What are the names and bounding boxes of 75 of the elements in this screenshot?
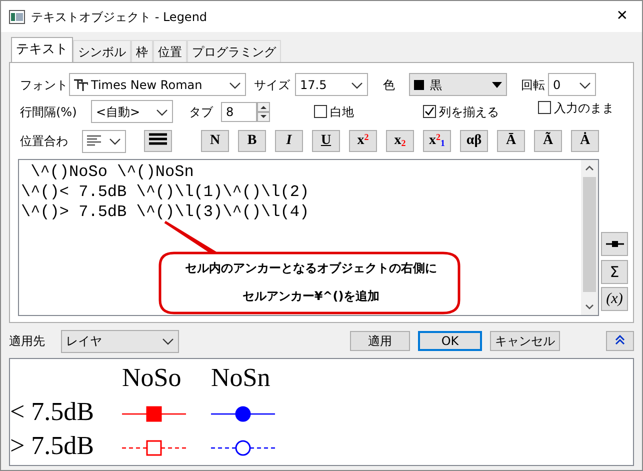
checkbox[interactable] — [314, 105, 327, 118]
alignment-dropdown[interactable] — [82, 130, 126, 152]
legend-label: < 7.5dB — [10, 396, 96, 428]
justify-button[interactable] — [144, 130, 172, 152]
underline-button[interactable]: U — [312, 130, 340, 152]
tab[interactable]: 位置 — [153, 40, 187, 62]
superscript-button[interactable]: x$^{2}$ — [349, 130, 377, 152]
size-label: サイズ — [254, 78, 290, 92]
editor-line: \^()< 7.5dB \^()\l(1)\^()\l(2) — [21, 182, 310, 202]
line-spacing-label: 行間隔(%) — [20, 104, 77, 118]
color-label: 色 — [383, 78, 395, 92]
app-icon — [9, 10, 25, 24]
apply-to-label: 適用先 — [9, 334, 45, 348]
accent-button[interactable]: Ā — [497, 130, 525, 152]
color-swatch-icon — [414, 80, 424, 90]
insert-button[interactable]: Σ — [601, 260, 628, 284]
tab[interactable]: 枠 — [131, 40, 153, 62]
caret-icon — [156, 108, 168, 116]
close-button[interactable]: ✕ — [610, 6, 634, 27]
caret-icon — [579, 80, 591, 88]
subscript-button[interactable]: x$_{2}$ — [386, 130, 414, 152]
scroll-up-icon[interactable] — [584, 163, 595, 173]
tab-label: タブ — [189, 104, 213, 118]
size-dropdown[interactable]: 17.5 — [295, 73, 368, 96]
spin-buttons[interactable] — [257, 102, 270, 122]
caret-icon — [229, 80, 241, 88]
checkbox[interactable] — [538, 101, 551, 114]
checkbox-label: 入力のまま — [554, 100, 614, 116]
dropdown-arrow-icon — [492, 82, 502, 88]
callout-text: セルアンカー¥^()を追加 — [241, 288, 381, 305]
dialog-button[interactable]: OK — [418, 331, 482, 351]
justify-icon — [149, 133, 167, 145]
collapse-button[interactable] — [606, 331, 634, 351]
tab[interactable]: プログラミング — [187, 40, 281, 62]
align-left-icon — [87, 135, 101, 147]
caret-icon — [351, 80, 363, 88]
double-chevron-icon — [615, 335, 625, 345]
greek-button[interactable]: αβ — [460, 130, 488, 152]
rotation-dropdown[interactable]: 0 — [548, 73, 596, 96]
line-symbol-button[interactable] — [601, 232, 628, 256]
legend-header: NoSn — [211, 362, 272, 394]
checkbox-label: 列を揃える — [439, 104, 499, 120]
caret-icon — [162, 337, 174, 345]
scrollbar[interactable] — [581, 160, 598, 315]
insert-button[interactable]: (x) — [601, 287, 628, 311]
normal-text-button[interactable]: N — [201, 130, 229, 152]
window-title: テキストオブジェクト - Legend — [31, 8, 208, 26]
apply-to-dropdown[interactable]: レイヤ — [61, 330, 179, 352]
text-editor[interactable]: \^()NoSo \^()NoSn \^()< 7.5dB \^()\l(1)\^()\l(2) \^()> 7.5dB \^()\l(3)\^()\l(4) セル内のアンカーとなるオブジェクトの右側に セルアンカー¥^()を追加 — [18, 159, 599, 316]
tab-input[interactable]: 8 — [221, 102, 257, 122]
scroll-down-icon[interactable] — [584, 302, 595, 312]
color-dropdown[interactable]: 黒 — [409, 73, 507, 96]
checkbox-label: 白地 — [330, 104, 354, 120]
rotation-label: 回転 — [521, 78, 545, 92]
line-spacing-dropdown[interactable]: <自動> — [91, 100, 173, 123]
accent-button[interactable]: Ã — [534, 130, 562, 152]
line-symbol-icon — [606, 240, 624, 248]
checkbox[interactable] — [423, 105, 436, 118]
alignment-label: 位置合わ — [20, 134, 68, 148]
caret-icon — [109, 137, 121, 145]
tab[interactable]: シンボル — [73, 40, 131, 62]
italic-button[interactable]: I — [275, 130, 303, 152]
legend-label: > 7.5dB — [10, 430, 96, 462]
editor-line: \^()> 7.5dB \^()\l(3)\^()\l(4) — [21, 202, 310, 222]
font-dropdown[interactable]: Times New Roman — [69, 73, 246, 96]
font-label: フォント — [20, 78, 68, 92]
bold-button[interactable]: B — [238, 130, 266, 152]
editor-line: \^()NoSo \^()NoSn — [30, 162, 195, 182]
tab[interactable]: テキスト — [11, 37, 73, 62]
accent-button[interactable]: Ȧ — [571, 130, 599, 152]
dialog-button[interactable]: 適用 — [350, 331, 410, 351]
font-type-icon — [74, 78, 88, 90]
dialog-button[interactable]: キャンセル — [490, 331, 560, 351]
legend-header: NoSo — [122, 362, 182, 394]
callout-text: セル内のアンカーとなるオブジェクトの右側に — [184, 260, 438, 277]
